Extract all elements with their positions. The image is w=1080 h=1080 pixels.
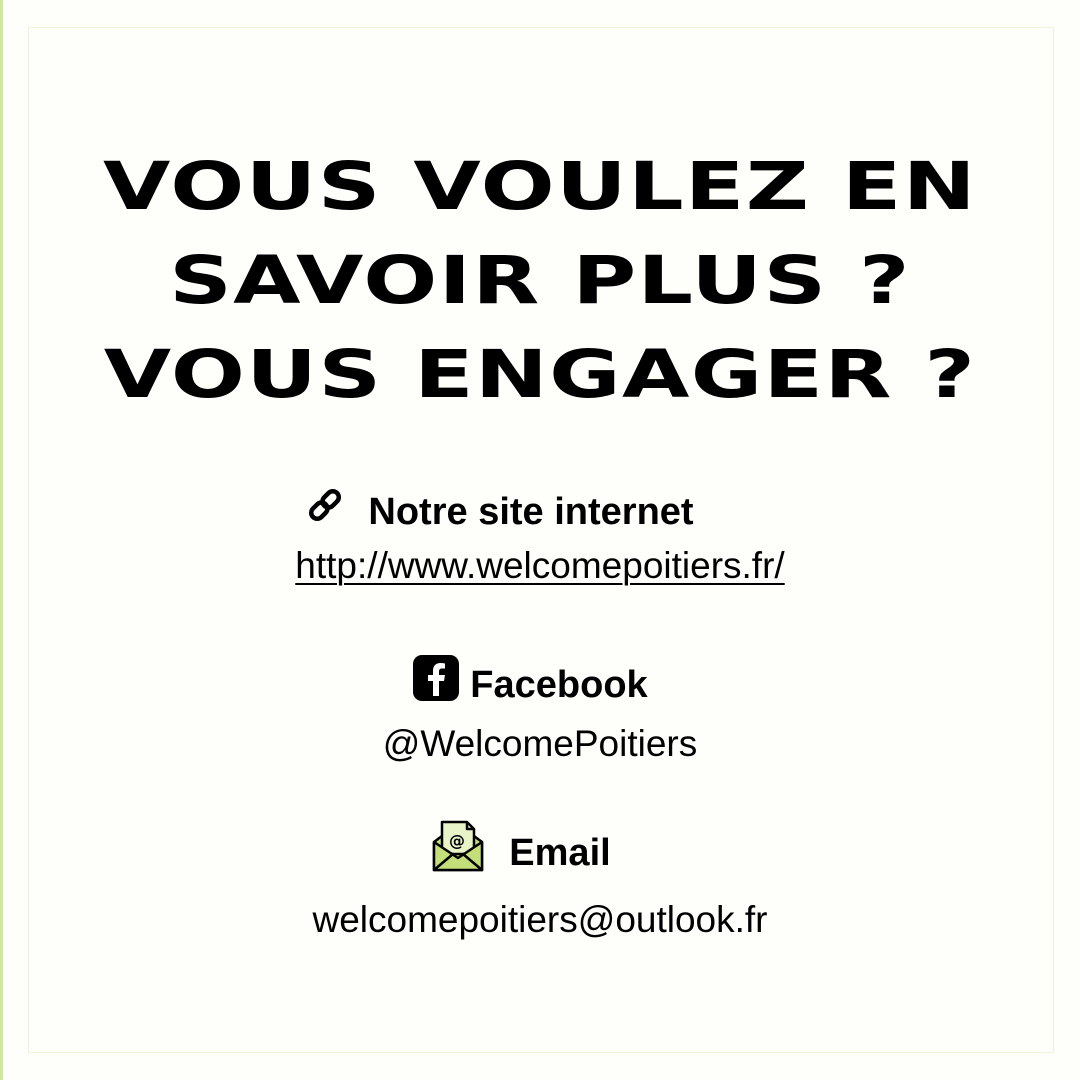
website-heading: Notre site internet (0, 486, 1080, 537)
headline-line-2: SAVOIR PLUS ? (169, 242, 911, 319)
facebook-section: Facebook @WelcomePoitiers (0, 654, 1080, 769)
link-icon (306, 486, 344, 537)
facebook-heading-label: Facebook (470, 663, 648, 706)
email-envelope-icon: @ (431, 818, 485, 887)
website-link[interactable]: http://www.welcomepoitiers.fr/ (0, 541, 1080, 591)
facebook-heading: Facebook (0, 654, 1080, 715)
website-section: Notre site internet http://www.welcomepo… (0, 486, 1080, 591)
page: VOUS VOULEZ EN SAVOIR PLUS ? VOUS ENGAGE… (0, 0, 1080, 1080)
website-heading-label: Notre site internet (368, 490, 694, 533)
facebook-handle[interactable]: @WelcomePoitiers (0, 719, 1080, 769)
email-section: @ Email welcomepoitiers@outlook.fr (0, 818, 1080, 945)
headline: VOUS VOULEZ EN SAVOIR PLUS ? VOUS ENGAGE… (0, 140, 1080, 422)
facebook-icon (412, 654, 460, 715)
email-heading-label: Email (509, 831, 611, 874)
website-url[interactable]: http://www.welcomepoitiers.fr/ (295, 545, 784, 586)
email-heading: @ Email (0, 818, 1080, 887)
svg-text:@: @ (449, 831, 465, 850)
headline-line-1: VOUS VOULEZ EN (103, 148, 977, 225)
headline-line-3: VOUS ENGAGER ? (103, 336, 977, 413)
email-address[interactable]: welcomepoitiers@outlook.fr (0, 895, 1080, 945)
